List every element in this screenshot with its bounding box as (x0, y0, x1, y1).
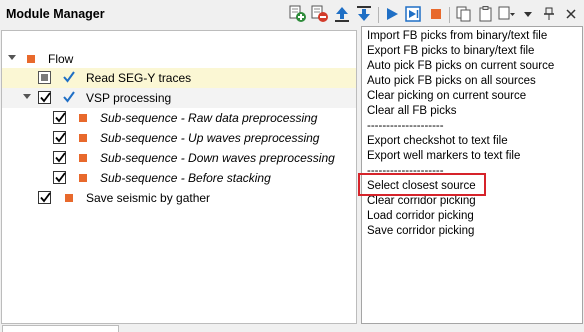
menu-separator: -------------------- (367, 120, 444, 132)
tree-item-label: Sub-sequence - Before stacking (100, 171, 271, 185)
menu-item-export-fb-picks[interactable]: Export FB picks to binary/text file (367, 44, 534, 59)
tree-item-label: Read SEG-Y traces (86, 71, 192, 85)
module-orange-square-icon (79, 134, 87, 142)
menu-item-auto-pick-current[interactable]: Auto pick FB picks on current source (367, 59, 554, 74)
validated-check-icon (63, 91, 75, 106)
tree-item-subsequence[interactable]: Sub-sequence - Before stacking (2, 168, 356, 188)
tree-item-label: Sub-sequence - Raw data preprocessing (100, 111, 318, 125)
module-orange-square-icon (79, 154, 87, 162)
flow-tree[interactable]: Flow Read SEG-Y traces VSP processing Su… (1, 30, 357, 324)
checkbox-partial[interactable] (38, 71, 51, 84)
tree-item-subsequence[interactable]: Sub-sequence - Down waves preprocessing (2, 148, 356, 168)
checkbox-checked[interactable] (38, 191, 51, 204)
menu-item-clear-corridor-picking[interactable]: Clear corridor picking (367, 194, 476, 209)
menu-item-import-fb-picks[interactable]: Import FB picks from binary/text file (367, 29, 547, 44)
stop-icon[interactable] (428, 4, 444, 24)
tree-item-read-segy[interactable]: Read SEG-Y traces (2, 68, 356, 88)
tree-item-label: Sub-sequence - Up waves preprocessing (100, 131, 320, 145)
menu-item-load-corridor-picking[interactable]: Load corridor picking (367, 209, 474, 224)
tree-root-flow[interactable]: Flow (2, 49, 356, 69)
tree-item-label: Save seismic by gather (86, 191, 211, 205)
checkbox-checked[interactable] (53, 131, 66, 144)
panel-title: Module Manager (6, 7, 105, 21)
menu-item-clear-picking-current[interactable]: Clear picking on current source (367, 89, 526, 104)
checkbox-checked[interactable] (53, 151, 66, 164)
flow-label: Flow (48, 52, 74, 66)
menu-item-auto-pick-all[interactable]: Auto pick FB picks on all sources (367, 74, 536, 89)
menu-item-export-checkshot[interactable]: Export checkshot to text file (367, 134, 508, 149)
copy-icon[interactable] (455, 4, 473, 24)
checkbox-checked[interactable] (53, 171, 66, 184)
run-step-icon[interactable] (404, 4, 422, 24)
move-up-icon[interactable] (333, 4, 351, 24)
run-icon[interactable] (384, 4, 400, 24)
module-orange-square-icon (79, 114, 87, 122)
add-module-icon[interactable] (289, 4, 307, 24)
tree-item-save-seismic[interactable]: Save seismic by gather (2, 188, 356, 208)
toolbar-separator (449, 7, 450, 23)
remove-module-icon[interactable] (311, 4, 329, 24)
highlight-box (358, 173, 486, 196)
tree-item-vsp-processing[interactable]: VSP processing (2, 88, 356, 108)
dropdown-icon[interactable] (521, 4, 535, 24)
collapse-arrow-icon[interactable] (8, 55, 16, 60)
module-orange-square-icon (79, 174, 87, 182)
tree-item-subsequence[interactable]: Sub-sequence - Raw data preprocessing (2, 108, 356, 128)
tree-item-subsequence[interactable]: Sub-sequence - Up waves preprocessing (2, 128, 356, 148)
pin-icon[interactable] (541, 4, 557, 24)
module-orange-square-icon (65, 194, 73, 202)
close-icon[interactable] (563, 4, 579, 24)
menu-item-clear-all-fb-picks[interactable]: Clear all FB picks (367, 104, 456, 119)
flow-module-icon (27, 55, 35, 63)
menu-item-export-well-markers[interactable]: Export well markers to text file (367, 149, 520, 164)
collapse-arrow-icon[interactable] (23, 94, 31, 99)
more-icon[interactable] (497, 4, 517, 24)
checkbox-checked[interactable] (38, 91, 51, 104)
toolbar-separator (378, 7, 379, 23)
menu-item-save-corridor-picking[interactable]: Save corridor picking (367, 224, 474, 239)
paste-icon[interactable] (477, 4, 495, 24)
tree-item-label: VSP processing (86, 91, 172, 105)
tree-item-label: Sub-sequence - Down waves preprocessing (100, 151, 335, 165)
move-down-icon[interactable] (355, 4, 373, 24)
checkbox-checked[interactable] (53, 111, 66, 124)
validated-check-icon (63, 71, 75, 86)
